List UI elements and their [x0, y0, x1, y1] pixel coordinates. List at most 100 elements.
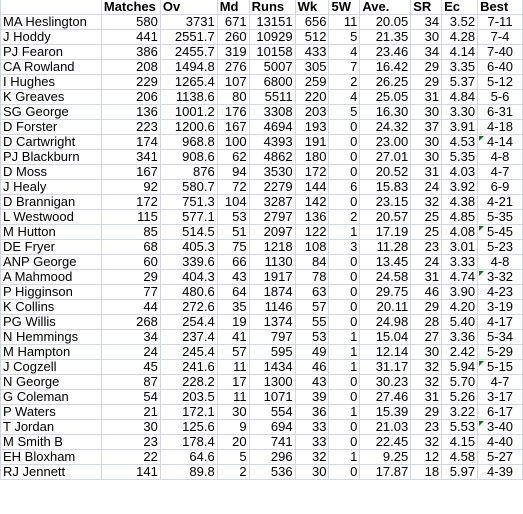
cell-md[interactable]: 66 [217, 254, 250, 270]
cell-5w[interactable]: 1 [328, 329, 361, 345]
cell-ec[interactable]: 2.42 [441, 344, 479, 360]
cell-5w[interactable]: 0 [328, 464, 361, 480]
cell-ec[interactable]: 5.37 [441, 74, 479, 90]
cell-ave[interactable]: 29.75 [359, 284, 412, 300]
cell-md[interactable]: 80 [217, 89, 250, 105]
cell-ov[interactable]: 2551.7 [160, 29, 218, 45]
cell-sr[interactable]: 29 [410, 404, 443, 420]
cell-name[interactable]: RJ Jennett [0, 464, 102, 480]
cell-ave[interactable]: 24.32 [359, 119, 412, 135]
cell-runs[interactable]: 4393 [249, 134, 296, 150]
cell-sr[interactable]: 12 [410, 449, 443, 465]
cell-name[interactable]: PG Willis [0, 314, 102, 330]
header-cell-name[interactable] [0, 0, 102, 15]
cell-best[interactable]: 4-7 [477, 374, 523, 390]
cell-sr[interactable]: 31 [410, 389, 443, 405]
cell-best[interactable]: 4-39 [477, 464, 523, 480]
cell-md[interactable]: 2 [217, 464, 250, 480]
cell-sr[interactable]: 32 [410, 194, 443, 210]
cell-runs[interactable]: 1300 [249, 374, 296, 390]
header-cell-best[interactable]: Best [477, 0, 523, 15]
cell-name[interactable]: DE Fryer [0, 239, 102, 255]
cell-matches[interactable]: 206 [101, 89, 161, 105]
cell-matches[interactable]: 167 [101, 164, 161, 180]
cell-md[interactable]: 35 [217, 299, 250, 315]
header-cell-matches[interactable]: Matches [101, 0, 161, 15]
cell-md[interactable]: 72 [217, 179, 250, 195]
cell-runs[interactable]: 1218 [249, 239, 296, 255]
comment-indicator-icon[interactable] [479, 361, 485, 366]
cell-name[interactable]: D Brannigan [0, 194, 102, 210]
cell-sr[interactable]: 32 [410, 359, 443, 375]
cell-name[interactable]: CA Rowland [0, 59, 102, 75]
cell-ave[interactable]: 16.30 [359, 104, 412, 120]
cell-wk[interactable]: 433 [295, 44, 330, 60]
cell-wk[interactable]: 84 [295, 254, 330, 270]
cell-runs[interactable]: 3530 [249, 164, 296, 180]
cell-sr[interactable]: 28 [410, 314, 443, 330]
cell-5w[interactable]: 3 [328, 239, 361, 255]
cell-ave[interactable]: 17.87 [359, 464, 412, 480]
cell-ec[interactable]: 4.20 [441, 299, 479, 315]
cell-matches[interactable]: 54 [101, 389, 161, 405]
cell-matches[interactable]: 29 [101, 269, 161, 285]
cell-5w[interactable]: 1 [328, 404, 361, 420]
cell-runs[interactable]: 296 [249, 449, 296, 465]
cell-runs[interactable]: 6800 [249, 74, 296, 90]
cell-ave[interactable]: 17.19 [359, 224, 412, 240]
cell-ave[interactable]: 20.11 [359, 299, 412, 315]
cell-wk[interactable]: 30 [295, 464, 330, 480]
cell-ov[interactable]: 1200.6 [160, 119, 218, 135]
cell-name[interactable]: K Greaves [0, 89, 102, 105]
cell-ec[interactable]: 4.53 [441, 134, 479, 150]
cell-sr[interactable]: 32 [410, 374, 443, 390]
cell-ec[interactable]: 3.35 [441, 59, 479, 75]
cell-sr[interactable]: 23 [410, 419, 443, 435]
cell-sr[interactable]: 32 [410, 434, 443, 450]
cell-runs[interactable]: 2797 [249, 209, 296, 225]
cell-sr[interactable]: 24 [410, 179, 443, 195]
cell-ov[interactable]: 480.6 [160, 284, 218, 300]
cell-md[interactable]: 319 [217, 44, 250, 60]
cell-5w[interactable]: 7 [328, 59, 361, 75]
cell-ave[interactable]: 25.05 [359, 89, 412, 105]
cell-best[interactable]: 5-34 [477, 329, 523, 345]
cell-runs[interactable]: 13151 [249, 14, 296, 30]
cell-matches[interactable]: 268 [101, 314, 161, 330]
cell-wk[interactable]: 63 [295, 284, 330, 300]
cell-matches[interactable]: 68 [101, 239, 161, 255]
cell-ov[interactable]: 339.6 [160, 254, 218, 270]
cell-name[interactable]: P Higginson [0, 284, 102, 300]
cell-ec[interactable]: 3.36 [441, 329, 479, 345]
cell-best[interactable]: 4-23 [477, 284, 523, 300]
cell-md[interactable]: 5 [217, 449, 250, 465]
cell-name[interactable]: J Cogzell [0, 359, 102, 375]
cell-sr[interactable]: 46 [410, 284, 443, 300]
cell-ov[interactable]: 1001.2 [160, 104, 218, 120]
comment-indicator-icon[interactable] [479, 136, 485, 141]
cell-sr[interactable]: 29 [410, 299, 443, 315]
cell-wk[interactable]: 46 [295, 359, 330, 375]
cell-sr[interactable]: 24 [410, 254, 443, 270]
cell-ec[interactable]: 5.26 [441, 389, 479, 405]
cell-sr[interactable]: 25 [410, 224, 443, 240]
cell-wk[interactable]: 220 [295, 89, 330, 105]
cell-matches[interactable]: 141 [101, 464, 161, 480]
cell-name[interactable]: J Healy [0, 179, 102, 195]
cell-md[interactable]: 43 [217, 269, 250, 285]
cell-ec[interactable]: 4.14 [441, 44, 479, 60]
cell-ave[interactable]: 15.39 [359, 404, 412, 420]
cell-ec[interactable]: 3.33 [441, 254, 479, 270]
cell-runs[interactable]: 694 [249, 419, 296, 435]
cell-ave[interactable]: 20.52 [359, 164, 412, 180]
cell-sr[interactable]: 23 [410, 239, 443, 255]
cell-matches[interactable]: 172 [101, 194, 161, 210]
cell-matches[interactable]: 174 [101, 134, 161, 150]
cell-runs[interactable]: 4694 [249, 119, 296, 135]
cell-ave[interactable]: 21.03 [359, 419, 412, 435]
cell-5w[interactable]: 0 [328, 374, 361, 390]
cell-5w[interactable]: 2 [328, 74, 361, 90]
cell-matches[interactable]: 85 [101, 224, 161, 240]
cell-ec[interactable]: 4.58 [441, 449, 479, 465]
cell-name[interactable]: I Hughes [0, 74, 102, 90]
